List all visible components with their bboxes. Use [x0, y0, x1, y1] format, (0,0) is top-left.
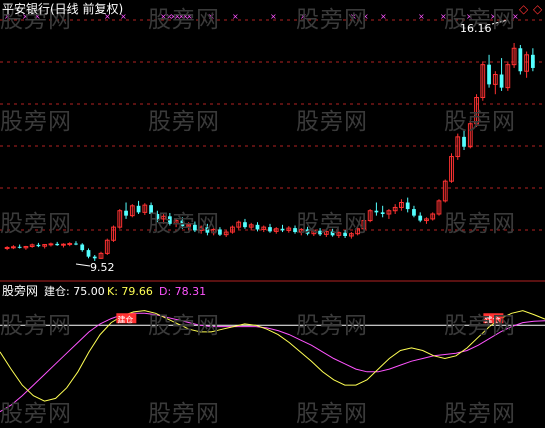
- watermark: 股旁网: [148, 211, 220, 237]
- candle-body: [61, 243, 66, 246]
- maximize-icon[interactable]: ◇: [533, 3, 542, 16]
- candle-body: [268, 227, 272, 232]
- indicator-name: 股旁网: [2, 284, 39, 298]
- watermark: 股旁网: [296, 211, 368, 237]
- watermark: 股旁网: [0, 401, 72, 427]
- candle-body: [17, 246, 22, 248]
- watermark: 股旁网: [148, 109, 220, 135]
- candle-body: [74, 243, 78, 245]
- candle-body: [48, 243, 54, 246]
- candle-body: [86, 250, 91, 257]
- candle-body: [374, 210, 379, 213]
- signal-marker: ×: [418, 12, 425, 21]
- watermark: 股旁网: [0, 109, 72, 135]
- low-price-label: 9.52: [90, 261, 115, 274]
- candle-body: [36, 244, 41, 247]
- signal-marker: ×: [232, 12, 239, 21]
- watermark: 股旁网: [148, 313, 220, 339]
- candle-body: [418, 215, 423, 221]
- k-value: K: 79.66: [107, 285, 153, 298]
- candle-body: [55, 243, 60, 246]
- candle-body: [4, 246, 10, 249]
- candle-body: [124, 210, 128, 216]
- candle-body: [487, 64, 491, 85]
- watermark: 股旁网: [444, 401, 516, 427]
- watermark: 股旁网: [296, 313, 368, 339]
- candle-body: [136, 205, 141, 213]
- chart-title: 平安银行(日线 前复权): [2, 2, 124, 16]
- signal-marker: ×: [270, 12, 277, 21]
- watermark: 股旁网: [148, 401, 220, 427]
- candle-body: [380, 212, 385, 214]
- candle-body: [462, 136, 466, 147]
- build-value: 建仓: 75.00: [44, 285, 105, 298]
- high-price-label: 16.16: [460, 22, 492, 35]
- signal-label: 建仓: [117, 314, 133, 324]
- watermark: 股旁网: [296, 7, 368, 33]
- restore-icon[interactable]: ◇: [519, 3, 528, 16]
- candle-body: [255, 224, 260, 230]
- signal-marker: ×: [380, 12, 387, 21]
- watermark: 股旁网: [0, 313, 72, 339]
- candle-body: [243, 222, 247, 228]
- low-pointer: [75, 263, 91, 267]
- candle-body: [67, 243, 73, 246]
- candle-body: [518, 48, 523, 72]
- candle-body: [92, 256, 97, 259]
- watermark: 股旁网: [0, 211, 72, 237]
- candle-body: [11, 246, 16, 249]
- candle-body: [280, 228, 285, 231]
- candle-body: [80, 244, 85, 251]
- watermark: 股旁网: [296, 109, 368, 135]
- d-value: D: 78.31: [159, 285, 207, 298]
- candle-body: [499, 74, 504, 88]
- candle-body: [405, 202, 410, 210]
- watermark: 股旁网: [296, 401, 368, 427]
- candle-body: [412, 209, 416, 216]
- watermark: 股旁网: [444, 109, 516, 135]
- candle-body: [530, 54, 535, 68]
- watermark: 股旁网: [148, 7, 220, 33]
- watermark: 股旁网: [444, 211, 516, 237]
- watermark: 股旁网: [444, 313, 516, 339]
